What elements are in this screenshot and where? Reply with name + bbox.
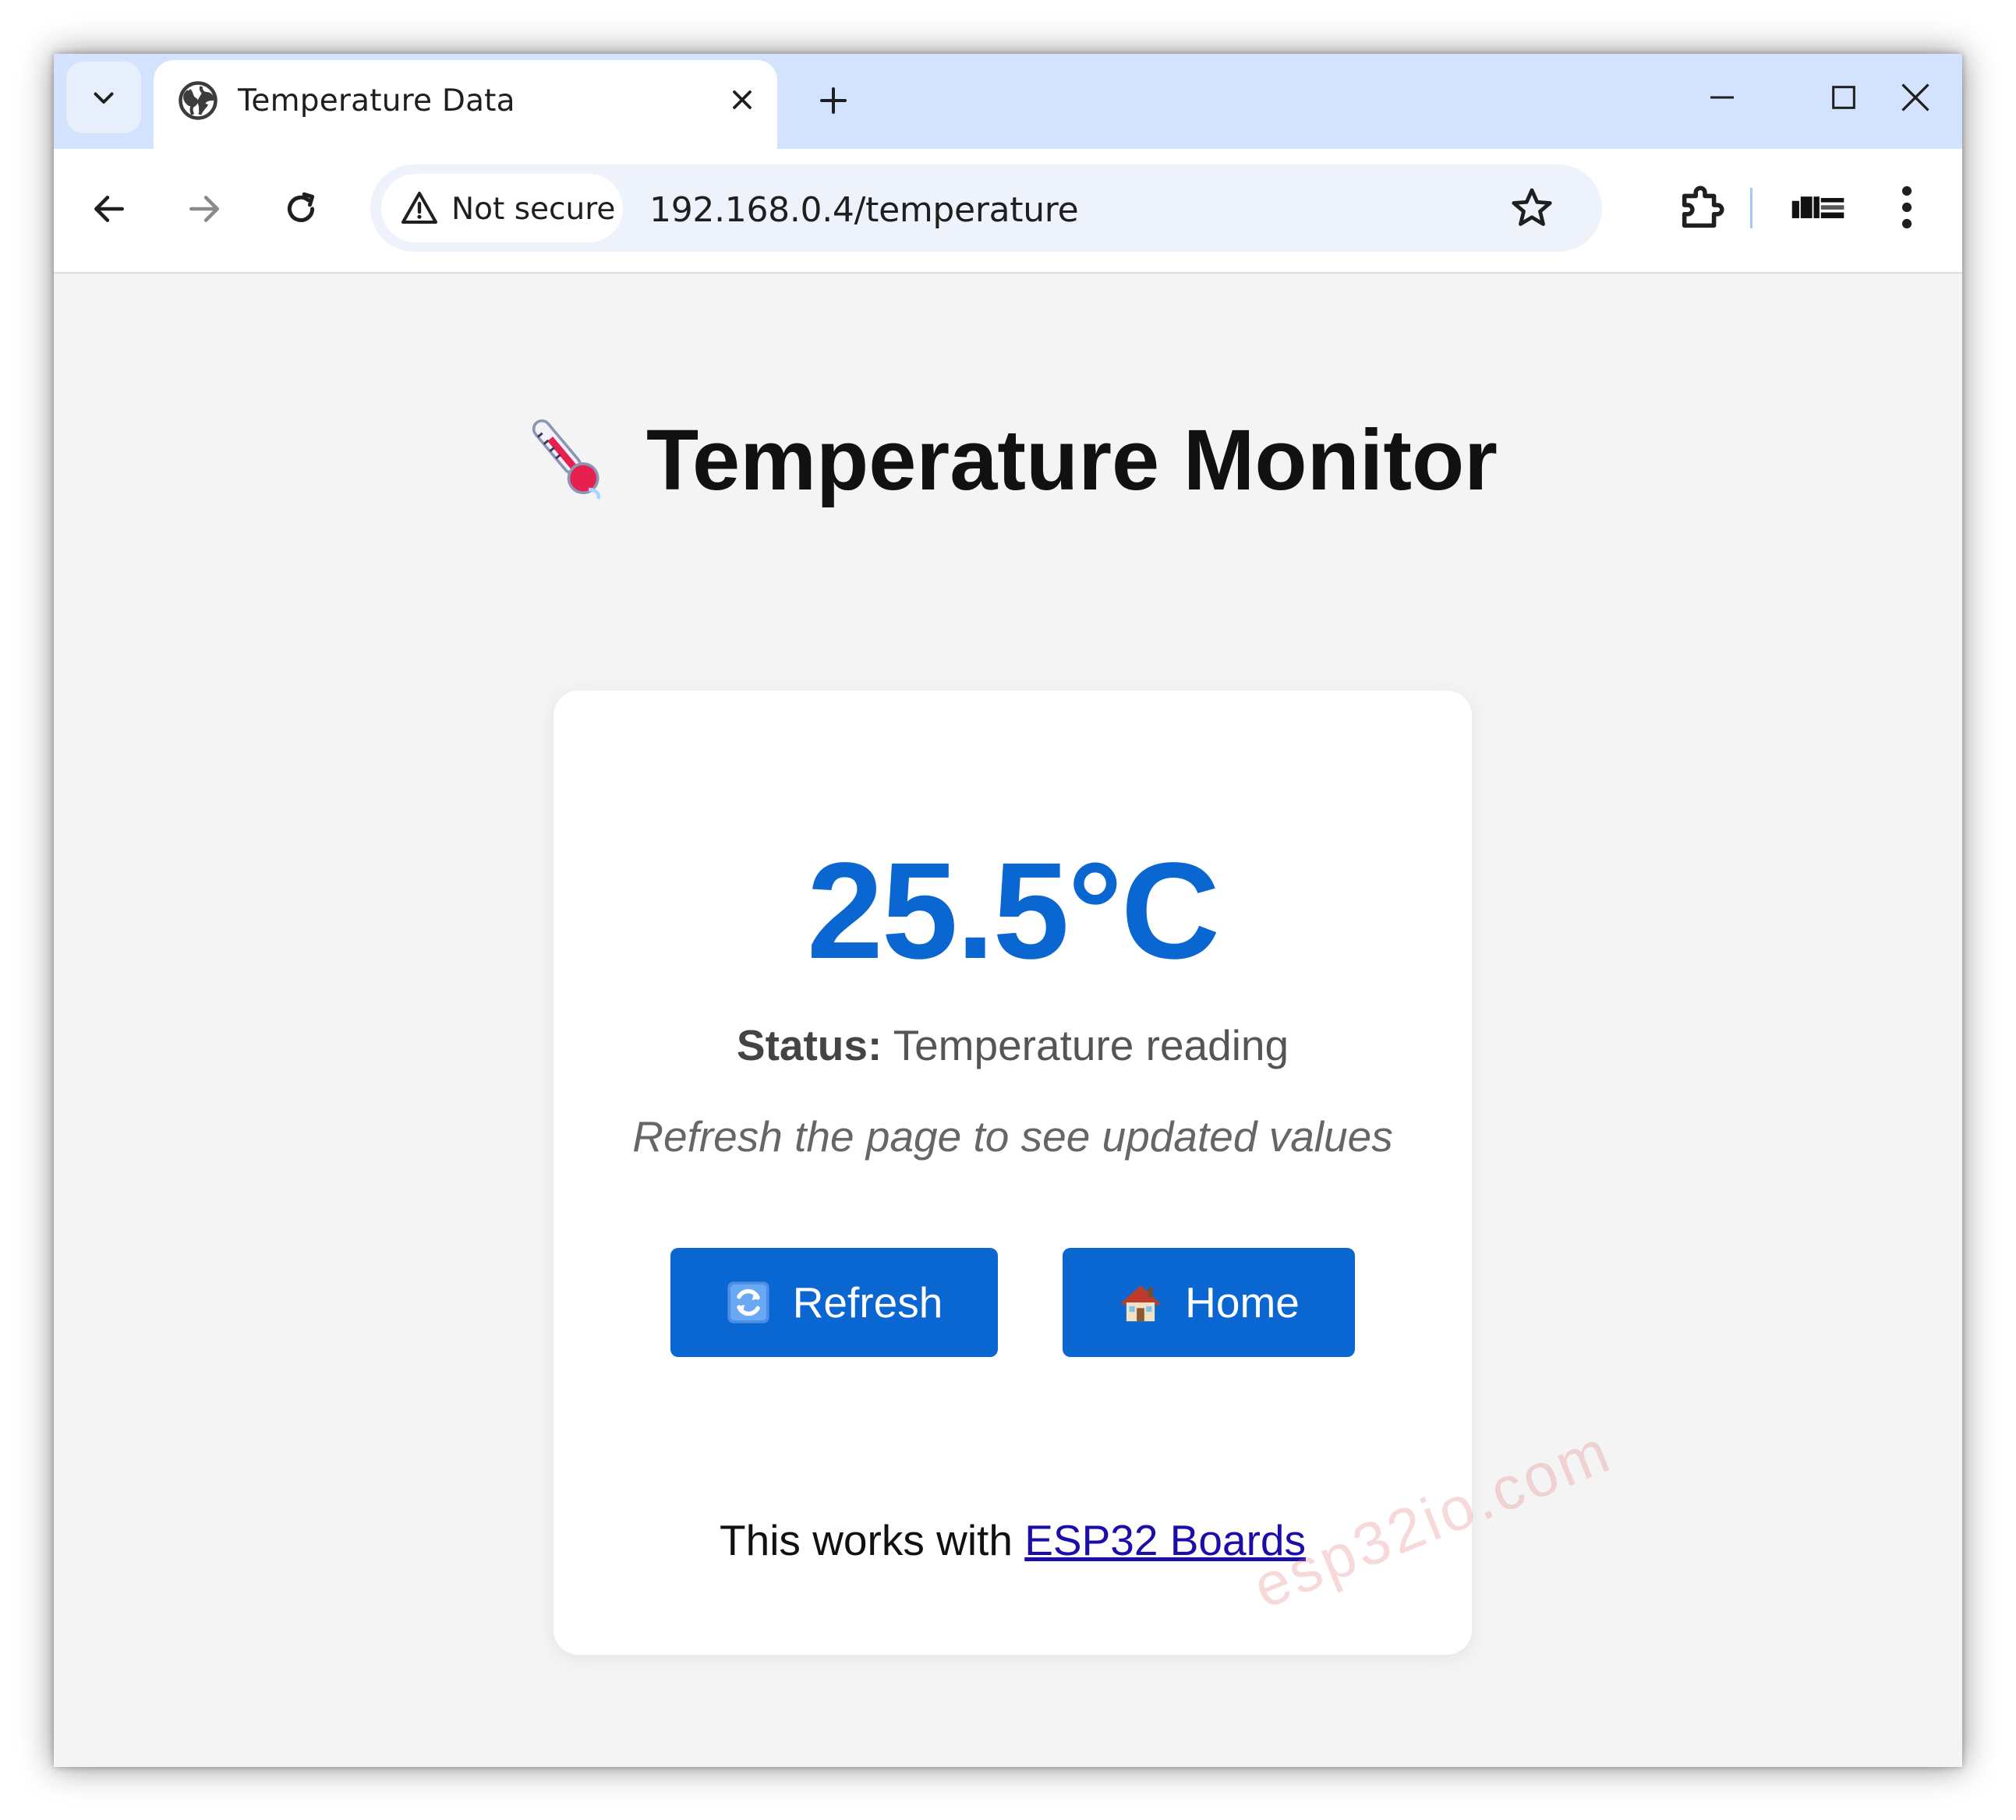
toolbar-divider	[1750, 188, 1753, 228]
page-heading: Temperature Monitor	[54, 410, 1962, 510]
reload-button[interactable]	[274, 182, 328, 236]
reload-icon	[288, 192, 315, 222]
extension-logo-icon[interactable]	[1789, 186, 1847, 230]
footer-prefix: This works with	[720, 1516, 1013, 1564]
warning-icon	[401, 192, 437, 224]
tab-title: Temperature Data	[238, 83, 515, 118]
plus-icon	[820, 87, 847, 114]
arrow-right-icon	[189, 196, 219, 222]
home-button[interactable]: Home	[1063, 1248, 1355, 1357]
maximize-button[interactable]	[1819, 72, 1869, 122]
url-text[interactable]: 192.168.0.4/temperature	[649, 190, 1079, 230]
thermometer-icon	[532, 419, 600, 500]
security-chip[interactable]: Not secure	[381, 174, 623, 242]
maximize-icon	[1832, 86, 1855, 109]
forward-button[interactable]	[177, 182, 232, 236]
refresh-label: Refresh	[792, 1278, 943, 1327]
kebab-menu-icon[interactable]	[1887, 180, 1926, 235]
close-window-icon	[1901, 83, 1929, 111]
arrow-left-icon	[94, 196, 124, 222]
back-button[interactable]	[82, 182, 136, 236]
heading-text: Temperature Monitor	[646, 412, 1498, 508]
bookmark-star-icon[interactable]	[1508, 185, 1555, 231]
extensions-puzzle-icon[interactable]	[1675, 180, 1730, 235]
tab-strip: Temperature Data	[54, 54, 1962, 149]
temperature-card: 25.5°C Status: Temperature reading Refre…	[554, 691, 1472, 1655]
address-bar[interactable]: Not secure 192.168.0.4/temperature	[370, 164, 1602, 252]
house-icon	[1120, 1285, 1161, 1322]
status-line: Status: Temperature reading	[554, 1020, 1472, 1070]
status-label: Status:	[736, 1021, 882, 1069]
minimize-icon	[1710, 96, 1734, 99]
browser-toolbar: Not secure 192.168.0.4/temperature	[54, 149, 1962, 274]
status-value: Temperature reading	[893, 1021, 1289, 1069]
page-viewport: Temperature Monitor 25.5°C Status: Tempe…	[54, 274, 1962, 1767]
refresh-button[interactable]: Refresh	[670, 1248, 998, 1357]
minimize-button[interactable]	[1697, 72, 1747, 122]
tab-close-button[interactable]	[723, 80, 762, 119]
new-tab-button[interactable]	[810, 77, 857, 124]
close-icon	[733, 90, 752, 109]
tab-search-button[interactable]	[66, 62, 141, 133]
tab-temperature-data[interactable]: Temperature Data	[154, 60, 777, 149]
not-secure-label: Not secure	[451, 192, 616, 227]
globe-icon	[179, 81, 218, 120]
chevron-down-icon	[94, 92, 114, 104]
refresh-hint: Refresh the page to see updated values	[632, 1112, 1393, 1161]
browser-window: Temperature Data Not secure 192.168.0.4/…	[54, 54, 1962, 1767]
home-label: Home	[1185, 1278, 1300, 1327]
temperature-value: 25.5°C	[806, 835, 1220, 988]
close-window-button[interactable]	[1890, 72, 1940, 122]
refresh-icon	[727, 1281, 769, 1323]
